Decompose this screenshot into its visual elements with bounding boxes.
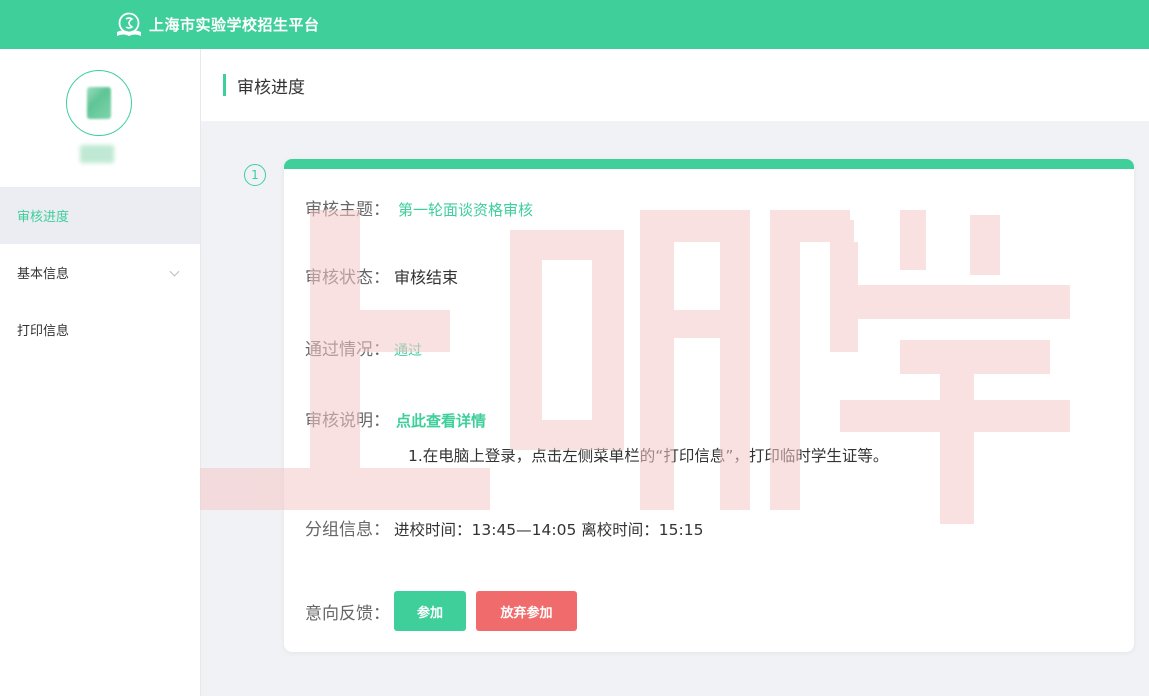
join-button[interactable]: 参加 [394,591,466,631]
sidebar-item-label: 打印信息 [17,324,70,339]
header-accent-bar [223,74,226,96]
sidebar-item-basic-info[interactable]: 基本信息 [0,244,200,301]
sidebar-item-review-progress[interactable]: 审核进度 [0,187,200,244]
chevron-down-icon [169,266,180,277]
review-status-row: 审核状态： 审核结束 [305,263,458,288]
feedback-row: 意向反馈： 参加 放弃参加 [305,591,577,631]
pass-status-value: 通过 [394,343,422,359]
review-desc-note: 1.在电脑上登录，点击左侧菜单栏的“打印信息”，打印临时学生证等。 [408,447,889,465]
avatar[interactable] [66,70,132,136]
page-header: 审核进度 [201,49,1149,121]
page-title: 审核进度 [237,77,305,98]
avatar-image [87,87,111,119]
quit-button[interactable]: 放弃参加 [476,591,577,631]
sidebar-menu: 审核进度 基本信息 打印信息 [0,187,200,358]
group-info-row: 分组信息： 进校时间：13:45—14:05 离校时间：15:15 [305,515,703,540]
group-info-value: 进校时间：13:45—14:05 离校时间：15:15 [394,521,704,539]
top-bar: 上海市实验学校招生平台 [0,0,1149,49]
school-logo-icon [117,12,141,36]
card-top-accent [284,159,1134,169]
review-topic-row: 审核主题： 第一轮面谈资格审核 [305,195,533,220]
sidebar-item-label: 基本信息 [17,267,70,282]
sidebar-item-print-info[interactable]: 打印信息 [0,301,200,358]
review-topic-label: 审核主题： [305,200,390,220]
view-details-link[interactable]: 点此查看详情 [396,410,486,431]
app-logo[interactable]: 上海市实验学校招生平台 [115,12,320,38]
review-desc-row: 审核说明： 点此查看详情 [305,406,486,431]
review-status-label: 审核状态： [305,268,390,288]
pass-status-label: 通过情况： [305,340,390,360]
app-title: 上海市实验学校招生平台 [149,16,320,34]
group-info-label: 分组信息： [305,520,390,540]
sidebar: 审核进度 基本信息 打印信息 [0,49,201,696]
pass-status-row: 通过情况： 通过 [305,335,422,360]
username-blurred [80,145,114,163]
sidebar-item-label: 审核进度 [17,210,70,225]
review-topic-value: 第一轮面谈资格审核 [398,201,534,219]
step-number-badge: 1 [244,164,266,186]
review-status-value: 审核结束 [394,268,459,287]
feedback-label: 意向反馈： [305,603,390,624]
review-desc-label: 审核说明： [305,411,390,431]
review-card: 审核主题： 第一轮面谈资格审核 审核状态： 审核结束 通过情况： 通过 审核说明… [284,159,1134,652]
